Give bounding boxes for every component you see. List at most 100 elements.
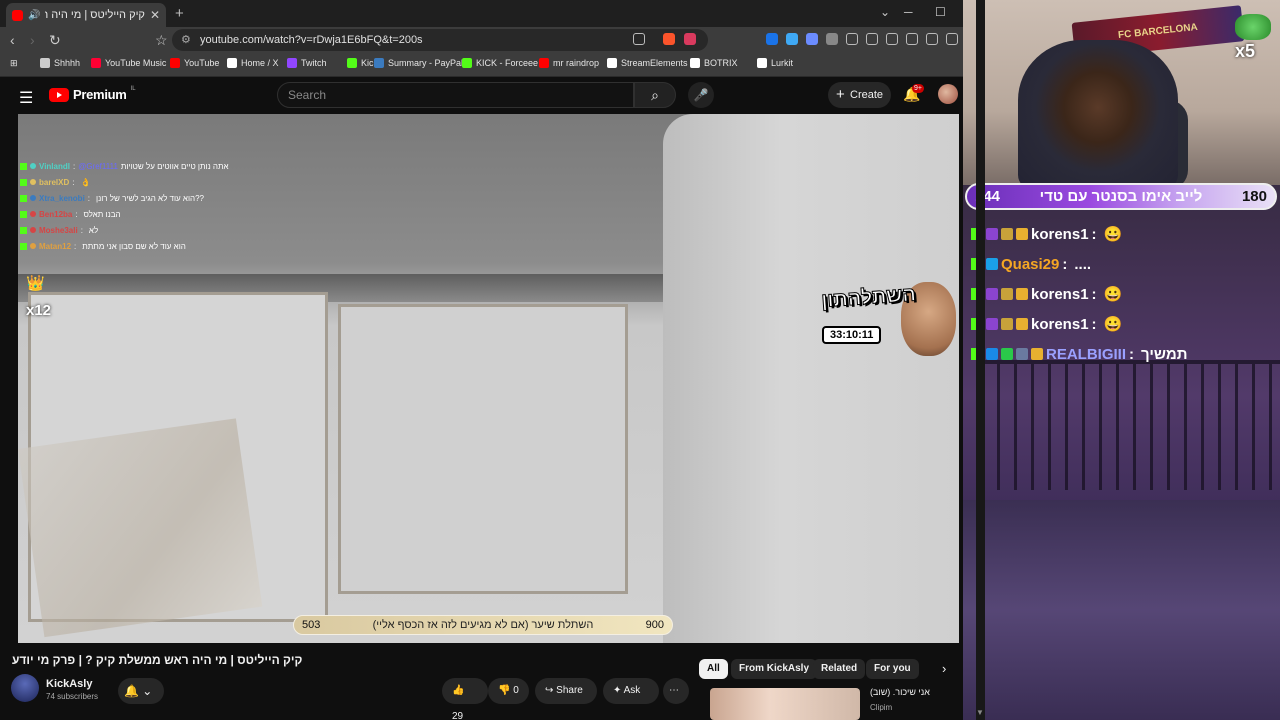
chat-separator: :	[72, 161, 76, 171]
webcam-chat-username: korens1	[1031, 285, 1089, 303]
media-control-icon[interactable]	[866, 33, 878, 45]
bookmark-item[interactable]: Shhhh	[40, 58, 80, 68]
youtube-icon	[539, 58, 549, 68]
sidebar-icon[interactable]	[886, 33, 898, 45]
kick-badge-icon	[20, 178, 27, 186]
recommended-title[interactable]: אני שיכור. (שוב)	[870, 687, 930, 697]
extensions-puzzle-icon[interactable]	[846, 33, 858, 45]
user-badge-icon	[30, 243, 36, 249]
more-actions-button[interactable]: ⋯	[663, 678, 689, 704]
back-button[interactable]: ‹	[10, 32, 15, 48]
botrix-icon	[690, 58, 700, 68]
bookmark-item[interactable]: YouTube	[170, 58, 219, 68]
new-tab-button[interactable]: +	[175, 5, 184, 22]
like-button[interactable]: 👍 29	[442, 678, 488, 720]
youtube-premium-logo[interactable]: Premium IL	[49, 85, 136, 102]
dislike-button[interactable]: 👎 0	[488, 678, 529, 704]
kick-badge-icon	[20, 226, 27, 234]
search-input[interactable]: Search	[277, 82, 634, 108]
scroll-down-arrow-icon[interactable]: ▼	[976, 708, 984, 717]
apps-grid-icon[interactable]: ⊞	[10, 58, 18, 69]
goal-target: 900	[645, 619, 664, 631]
audio-playing-icon[interactable]: 🔊	[28, 10, 40, 21]
vpn-icon[interactable]	[946, 33, 958, 45]
bookmark-label: StreamElements	[621, 58, 688, 68]
chip-related[interactable]: Related	[813, 659, 866, 679]
chat-separator: :	[1091, 315, 1097, 333]
bookmark-item[interactable]: StreamElements	[607, 58, 688, 68]
webcam-chat-overlay: korens1 : 😀 Quasi29 :.... korens1 : 😀 korens1…	[971, 219, 1271, 369]
bookmark-item[interactable]: YouTube Music	[91, 58, 166, 68]
webcam-chat-text: 😀	[1103, 316, 1123, 333]
forward-button[interactable]: ›	[30, 32, 35, 48]
user-badge-icon	[30, 163, 36, 169]
address-bar[interactable]: ⚙ youtube.com/watch?v=rDwja1E6bFQ&t=200s	[172, 29, 708, 51]
extension-icon[interactable]	[826, 33, 838, 45]
chat-separator: :	[1062, 255, 1068, 273]
reading-list-icon[interactable]	[906, 33, 918, 45]
user-badge-icon	[30, 179, 36, 185]
chat-separator: :	[74, 241, 77, 251]
chat-message: Moshe3ali: לא	[20, 222, 340, 238]
user-badge-icon	[986, 348, 998, 360]
donation-goal-bar: 503 השתלת שיער (אם לא מגיעים לזה אז הכסף…	[293, 615, 673, 635]
account-avatar[interactable]	[938, 84, 958, 104]
screen: 🔊 קיק הייליטס | מי היה ר (2346) ✕ + ⌄ ─ …	[0, 0, 1280, 720]
bookmark-item[interactable]: Summary - PayPal	[374, 58, 463, 68]
leo-ai-icon[interactable]	[926, 33, 938, 45]
paypal-icon	[374, 58, 384, 68]
youtube-icon	[170, 58, 180, 68]
address-url: youtube.com/watch?v=rDwja1E6bFQ&t=200s	[200, 34, 423, 46]
hamburger-menu-icon[interactable]: ☰	[19, 88, 33, 108]
page-scrollbar[interactable]	[976, 0, 985, 720]
site-info-icon[interactable]: ⚙	[181, 29, 191, 51]
chip-all[interactable]: All	[699, 659, 728, 679]
voice-search-button[interactable]: 🎤	[688, 82, 714, 108]
brave-shield-icon[interactable]	[663, 33, 675, 45]
user-badge-icon	[1001, 348, 1013, 360]
webcam-chat-text: 😀	[1103, 286, 1123, 303]
create-button[interactable]: Create	[828, 82, 891, 108]
reload-button[interactable]: ↻	[49, 32, 61, 49]
chat-separator: :	[72, 177, 75, 187]
maximize-button[interactable]: ☐	[935, 5, 946, 19]
extension-icon[interactable]	[766, 33, 778, 45]
video-frame	[663, 114, 959, 643]
webcam-chat-text: ....	[1074, 255, 1092, 273]
tab-search-icon[interactable]: ⌄	[880, 5, 890, 19]
chip-for-you[interactable]: For you	[866, 659, 919, 679]
user-badge-icon	[1001, 288, 1013, 300]
kick-badge-icon	[20, 194, 27, 202]
extension-icon[interactable]	[786, 33, 798, 45]
bookmark-item[interactable]: Home / X	[227, 58, 279, 68]
channel-name[interactable]: KickAsly	[46, 678, 92, 690]
active-tab[interactable]: 🔊 קיק הייליטס | מי היה ר (2346) ✕	[6, 3, 166, 27]
chat-text: לא	[88, 225, 99, 235]
tab-strip: 🔊 קיק הייליטס | מי היה ר (2346) ✕ + ⌄ ─ …	[0, 0, 963, 27]
bookmark-item[interactable]: mr raindrop	[539, 58, 599, 68]
chevron-right-icon[interactable]: ›	[942, 661, 946, 676]
recommended-thumbnail[interactable]	[710, 688, 860, 720]
cast-icon[interactable]	[633, 33, 645, 45]
bookmark-item[interactable]: KICK - Forceee	[462, 58, 538, 68]
chip-from-channel[interactable]: From KickAsly	[731, 659, 818, 679]
subscription-bell-button[interactable]: 🔔 ⌄	[118, 678, 164, 704]
close-tab-icon[interactable]: ✕	[150, 8, 160, 22]
streamer-webcam	[1018, 40, 1178, 190]
share-button[interactable]: ↪ Share	[535, 678, 597, 704]
logo-text: Premium	[73, 87, 127, 102]
search-button[interactable]: ⌕	[634, 82, 676, 108]
ask-button[interactable]: ✦ Ask	[603, 678, 659, 704]
video-player[interactable]: Vinlandl: @Gref1111 אתה נותן טיים אווטים …	[18, 114, 959, 643]
webcam-goal-target: 180	[1241, 188, 1267, 205]
bookmark-item[interactable]: Lurkit	[757, 58, 793, 68]
user-badge-icon	[986, 318, 998, 330]
minimize-button[interactable]: ─	[904, 5, 913, 19]
country-code: IL	[130, 85, 136, 92]
brave-rewards-icon[interactable]	[684, 33, 696, 45]
bookmark-item[interactable]: Twitch	[287, 58, 327, 68]
channel-avatar[interactable]	[11, 674, 39, 702]
extension-icon[interactable]	[806, 33, 818, 45]
bookmark-item[interactable]: BOTRIX	[690, 58, 738, 68]
bookmark-star-icon[interactable]: ☆	[155, 32, 168, 49]
